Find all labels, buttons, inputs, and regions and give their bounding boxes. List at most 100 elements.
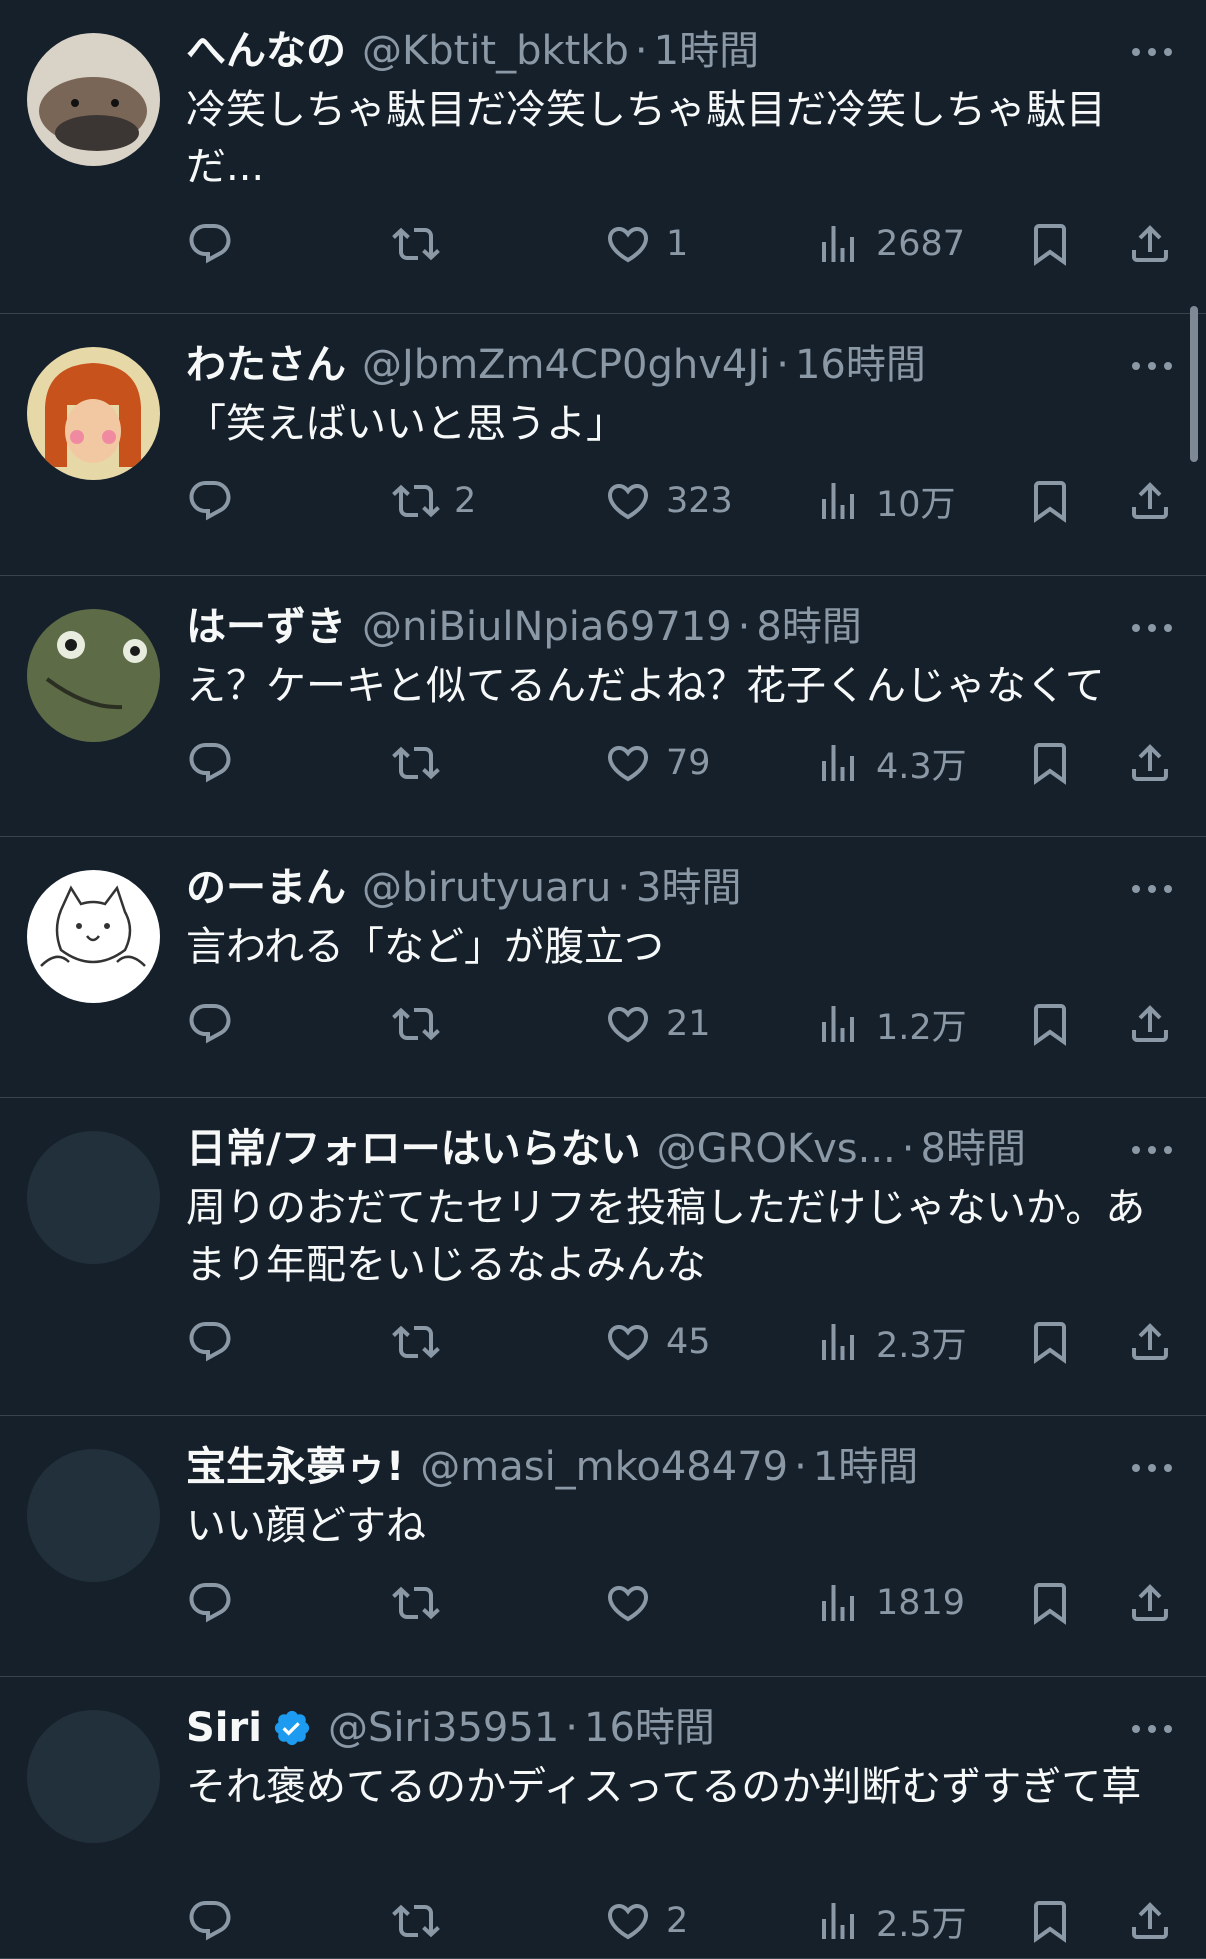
scrollbar[interactable]	[1190, 306, 1198, 462]
display-name[interactable]: 宝生永夢ゥ!	[186, 1438, 404, 1496]
tweet-text: それ褒めてるのかディスってるのか判断むずすぎて草	[186, 1764, 1142, 1810]
share-icon	[1132, 482, 1168, 519]
display-name[interactable]: へんなの	[186, 22, 346, 80]
bookmark-button[interactable]	[1026, 1312, 1074, 1372]
reply-button[interactable]	[186, 1891, 234, 1951]
user-handle[interactable]: @JbmZm4CP0ghv4Ji	[362, 336, 770, 394]
avatar[interactable]	[27, 347, 160, 480]
share-button[interactable]	[1126, 994, 1174, 1054]
timestamp[interactable]: 1時間	[813, 1438, 918, 1496]
more-icon[interactable]	[1132, 1725, 1172, 1733]
tweet[interactable]: Siri @Siri35951 · 16時間 それ褒めてるのかディスってるのか判…	[0, 1677, 1206, 1959]
share-button[interactable]	[1126, 1312, 1174, 1372]
heart-icon	[607, 1586, 649, 1622]
tweet[interactable]: はーずき @niBiulNpia69719 · 8時間 え？ケーキと似てるんだよ…	[0, 576, 1206, 837]
reply-icon	[189, 1322, 231, 1362]
display-name[interactable]: わたさん	[186, 336, 346, 394]
display-name[interactable]: のーまん	[186, 859, 346, 917]
like-count: 21	[666, 1004, 711, 1044]
views-button[interactable]: 10万	[814, 471, 956, 531]
separator-dot: ·	[794, 1444, 807, 1490]
user-handle[interactable]: @niBiulNpia69719	[362, 598, 732, 656]
like-button[interactable]: 323	[604, 471, 733, 531]
share-button[interactable]	[1126, 214, 1174, 274]
like-button[interactable]: 1	[604, 214, 688, 274]
views-button[interactable]: 4.3万	[814, 733, 967, 793]
more-icon[interactable]	[1132, 624, 1172, 632]
avatar[interactable]	[27, 1131, 160, 1264]
display-name[interactable]: 日常/フォローはいらない	[186, 1120, 641, 1178]
verified-badge-icon	[274, 1710, 310, 1746]
retweet-button[interactable]	[392, 1312, 454, 1372]
timestamp[interactable]: 8時間	[921, 1120, 1026, 1178]
timestamp[interactable]: 16時間	[795, 336, 926, 394]
bookmark-button[interactable]	[1026, 1891, 1074, 1951]
bookmark-button[interactable]	[1026, 733, 1074, 793]
share-icon	[1132, 744, 1168, 781]
more-icon[interactable]	[1132, 48, 1172, 56]
tweet[interactable]: へんなの @Kbtit_bktkb · 1時間 冷笑しちゃ駄目だ冷笑しちゃ駄目だ…	[0, 0, 1206, 314]
display-name[interactable]: Siri	[186, 1699, 262, 1757]
user-handle[interactable]: @Kbtit_bktkb	[362, 22, 629, 80]
more-icon[interactable]	[1132, 362, 1172, 370]
timestamp[interactable]: 3時間	[636, 859, 741, 917]
user-handle[interactable]: @birutyuaru	[362, 859, 611, 917]
retweet-button[interactable]	[392, 733, 454, 793]
user-handle[interactable]: @Siri35951	[328, 1699, 559, 1757]
tweet[interactable]: 日常/フォローはいらない @GROKvs... · 8時間 周りのおだてたセリフ…	[0, 1098, 1206, 1416]
user-handle[interactable]: @GROKvs...	[657, 1120, 896, 1178]
reply-button[interactable]	[186, 994, 234, 1054]
reply-button[interactable]	[186, 1312, 234, 1372]
avatar[interactable]	[27, 870, 160, 1003]
share-button[interactable]	[1126, 733, 1174, 793]
retweet-button[interactable]	[392, 994, 454, 1054]
views-button[interactable]: 2687	[814, 214, 965, 274]
avatar[interactable]	[27, 1710, 160, 1843]
more-icon[interactable]	[1132, 1464, 1172, 1472]
heart-icon	[607, 1325, 649, 1361]
share-button[interactable]	[1126, 1891, 1174, 1951]
like-button[interactable]	[604, 1573, 666, 1633]
avatar[interactable]	[27, 1449, 160, 1582]
views-button[interactable]: 2.3万	[814, 1312, 967, 1372]
tweet[interactable]: わたさん @JbmZm4CP0ghv4Ji · 16時間 「笑えばいいと思うよ」…	[0, 314, 1206, 576]
share-icon	[1132, 1323, 1168, 1360]
more-icon[interactable]	[1132, 1146, 1172, 1154]
retweet-button[interactable]	[392, 214, 454, 274]
views-button[interactable]: 1819	[814, 1573, 965, 1633]
timestamp[interactable]: 8時間	[756, 598, 861, 656]
retweet-icon	[392, 1007, 440, 1041]
views-button[interactable]: 1.2万	[814, 994, 967, 1054]
bookmark-button[interactable]	[1026, 1573, 1074, 1633]
tweet[interactable]: 宝生永夢ゥ! @masi_mko48479 · 1時間 いい顔どすね 1819	[0, 1416, 1206, 1677]
share-icon	[1132, 1902, 1168, 1939]
share-icon	[1132, 225, 1168, 262]
timestamp[interactable]: 1時間	[654, 22, 759, 80]
retweet-button[interactable]: 2	[392, 471, 476, 531]
like-button[interactable]: 21	[604, 994, 711, 1054]
bookmark-button[interactable]	[1026, 471, 1074, 531]
avatar[interactable]	[27, 609, 160, 742]
bookmark-button[interactable]	[1026, 214, 1074, 274]
like-button[interactable]: 79	[604, 733, 711, 793]
retweet-button[interactable]	[392, 1573, 454, 1633]
share-button[interactable]	[1126, 471, 1174, 531]
bookmark-button[interactable]	[1026, 994, 1074, 1054]
user-handle[interactable]: @masi_mko48479	[420, 1438, 788, 1496]
like-button[interactable]: 2	[604, 1891, 688, 1951]
share-button[interactable]	[1126, 1573, 1174, 1633]
tweet[interactable]: のーまん @birutyuaru · 3時間 言われる「など」が腹立つ 21 1…	[0, 837, 1206, 1098]
retweet-button[interactable]	[392, 1891, 454, 1951]
reply-button[interactable]	[186, 733, 234, 793]
avatar[interactable]	[27, 33, 160, 166]
reply-button[interactable]	[186, 214, 234, 274]
reply-icon	[189, 1583, 231, 1623]
action-bar: 21 1.2万	[186, 994, 1206, 1054]
more-icon[interactable]	[1132, 885, 1172, 893]
timestamp[interactable]: 16時間	[584, 1699, 715, 1757]
display-name[interactable]: はーずき	[186, 598, 346, 656]
views-button[interactable]: 2.5万	[814, 1891, 967, 1951]
like-button[interactable]: 45	[604, 1312, 711, 1372]
reply-button[interactable]	[186, 1573, 234, 1633]
reply-button[interactable]	[186, 471, 234, 531]
